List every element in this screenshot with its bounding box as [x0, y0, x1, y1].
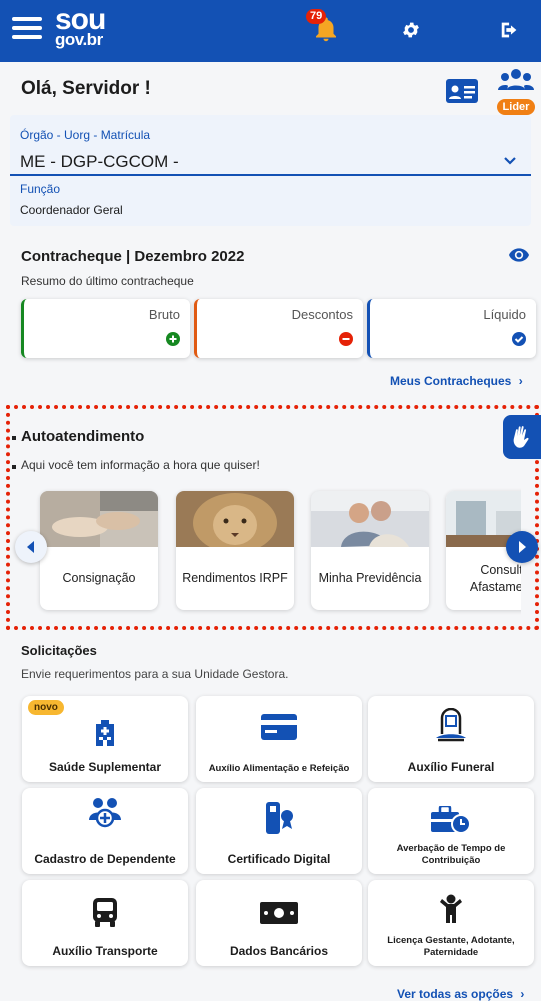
hands-icon [513, 426, 529, 448]
chevron-down-icon[interactable] [503, 153, 517, 167]
request-label: Cadastro de Dependente [34, 851, 176, 866]
notification-count-badge: 79 [306, 9, 327, 24]
request-auxilio-alimentacao[interactable]: Auxílio Alimentação e Refeição [196, 696, 362, 782]
id-card-icon[interactable] [446, 79, 478, 108]
money-icon [260, 902, 298, 924]
requests-subtitle: Envie requerimentos para a sua Unidade G… [21, 667, 289, 681]
request-cadastro-dependente[interactable]: Cadastro de Dependente [22, 788, 188, 874]
org-selector[interactable]: Órgão - Uorg - Matrícula ME - DGP-CGCOM … [10, 115, 531, 226]
paycheck-subtitle: Resumo do último contracheque [21, 274, 194, 288]
menu-icon[interactable] [12, 17, 42, 41]
request-auxilio-transporte[interactable]: Auxílio Transporte [22, 880, 188, 966]
org-value: ME - DGP-CGCOM - [20, 152, 179, 171]
request-label: Auxílio Funeral [407, 759, 495, 774]
net-label: Líquido [483, 307, 526, 322]
leader-badge: Lider [496, 99, 536, 115]
child-icon [440, 894, 462, 923]
certificate-icon [266, 802, 293, 834]
service-card-irpf[interactable]: Rendimentos IRPF [176, 491, 294, 610]
deductions-card[interactable]: Descontos [194, 299, 363, 358]
tombstone-icon [436, 708, 466, 742]
carousel-next-button[interactable] [506, 531, 538, 563]
request-auxilio-funeral[interactable]: Auxílio Funeral [368, 696, 534, 782]
greeting-title: Olá, Servidor ! [21, 78, 151, 99]
sougov-logo[interactable]: sou gov.br [55, 5, 106, 49]
hospital-icon [96, 720, 114, 746]
request-certificado-digital[interactable]: Certificado Digital [196, 788, 362, 874]
family-icon [89, 798, 121, 828]
request-label: Certificado Digital [227, 851, 331, 866]
handshake-photo [40, 491, 158, 547]
service-card-previdencia[interactable]: Minha Previdência [311, 491, 429, 610]
self-service-title: Autoatendimento [21, 428, 145, 445]
deductions-label: Descontos [291, 307, 353, 322]
top-bar: sou gov.br 79 [0, 0, 541, 62]
briefcase-clock-icon [431, 806, 471, 834]
gear-icon [403, 22, 419, 38]
request-label: Saúde Suplementar [48, 759, 162, 774]
plus-circle-icon [166, 332, 180, 346]
request-saude-suplementar[interactable]: novo Saúde Suplementar [22, 696, 188, 782]
check-circle-icon [512, 332, 526, 346]
request-label: Licença Gestante, Adotante, Paternidade [387, 935, 515, 958]
paycheck-title: Contracheque | Dezembro 2022 [21, 248, 245, 265]
gross-label: Bruto [148, 307, 180, 322]
bullet-marker [12, 436, 16, 440]
function-label: Função [20, 182, 61, 196]
chevron-left-icon [27, 541, 34, 553]
my-paychecks-link[interactable]: Meus Contracheques › [390, 374, 523, 388]
org-underline [10, 174, 531, 176]
request-label: Auxílio Transporte [52, 943, 158, 958]
minus-circle-icon [339, 332, 353, 346]
service-card-consignacao[interactable]: Consignação [40, 491, 158, 610]
request-averbacao-tempo[interactable]: Averbação de Tempo de Contribuição [368, 788, 534, 874]
leader-profile[interactable]: Lider [494, 68, 538, 115]
logout-icon [501, 22, 517, 38]
request-label: Dados Bancários [229, 943, 329, 958]
request-dados-bancarios[interactable]: Dados Bancários [196, 880, 362, 966]
request-label: Averbação de Tempo de Contribuição [396, 843, 506, 866]
service-label: Minha Previdência [318, 571, 422, 586]
requests-title: Solicitações [21, 643, 97, 658]
settings-button[interactable] [391, 10, 431, 50]
request-label: Auxílio Alimentação e Refeição [208, 762, 350, 774]
service-label: Consignação [62, 571, 136, 586]
org-label: Órgão - Uorg - Matrícula [20, 128, 151, 142]
chevron-right-icon [519, 541, 526, 553]
lion-photo [176, 491, 294, 553]
bullet-marker [12, 465, 16, 469]
request-licenca[interactable]: Licença Gestante, Adotante, Paternidade [368, 880, 534, 966]
notifications-button[interactable]: 79 [306, 9, 346, 50]
service-label: Rendimentos IRPF [182, 571, 288, 586]
card-icon [261, 714, 297, 740]
logout-button[interactable] [490, 10, 530, 50]
new-badge: novo [28, 700, 64, 715]
chevron-right-icon: › [520, 987, 525, 1001]
group-icon [498, 69, 534, 90]
chevron-right-icon: › [518, 374, 523, 388]
net-card[interactable]: Líquido [367, 299, 536, 358]
bus-icon [93, 898, 117, 927]
sign-language-button[interactable] [503, 415, 541, 459]
function-value: Coordenador Geral [20, 203, 123, 217]
self-service-subtitle: Aqui você tem informação a hora que quis… [21, 458, 260, 472]
eye-icon[interactable] [509, 247, 529, 263]
carousel-prev-button[interactable] [15, 531, 47, 563]
gross-card[interactable]: Bruto [21, 299, 190, 358]
elderly-couple-photo [311, 491, 429, 547]
see-all-options-link[interactable]: Ver todas as opções › [397, 987, 524, 1001]
